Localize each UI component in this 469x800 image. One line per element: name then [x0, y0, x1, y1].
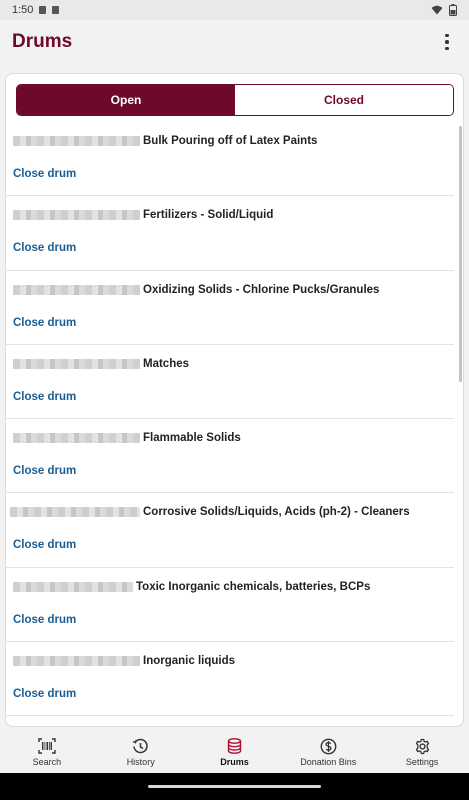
close-drum-link[interactable]: Close drum — [13, 168, 76, 180]
nav-drums[interactable]: Drums — [188, 733, 282, 773]
close-drum-link[interactable]: Close drum — [13, 391, 76, 403]
status-right — [431, 4, 457, 16]
drum-name: Flammable Solids — [143, 432, 241, 445]
close-drum-link[interactable]: Close drum — [13, 242, 76, 254]
sd-card-icon — [52, 6, 60, 14]
drum-name: Matches — [143, 357, 190, 370]
app-bar: Drums — [0, 20, 469, 64]
drums-card: Open Closed Bulk Pouring off of Latex Pa… — [5, 73, 464, 727]
redacted-id — [10, 507, 140, 518]
nav-label: Search — [32, 757, 62, 767]
list-item[interactable]: Inorganic liquids Close drum — [6, 642, 454, 717]
notification-icon — [39, 6, 47, 14]
open-closed-toggle: Open Closed — [16, 84, 454, 116]
nav-label: Drums — [220, 757, 249, 767]
status-left: 1:50 — [12, 4, 60, 16]
redacted-id — [13, 581, 133, 592]
redacted-id — [13, 358, 140, 369]
drum-name: Fertilizers - Solid/Liquid — [143, 209, 274, 222]
list-item[interactable]: Flammable Solids Close drum — [6, 419, 454, 494]
barcode-icon — [38, 737, 56, 755]
redacted-id — [13, 656, 140, 667]
tab-open[interactable]: Open — [17, 85, 235, 115]
database-icon — [225, 737, 243, 755]
tab-closed[interactable]: Closed — [235, 85, 453, 115]
drum-name: Oxidizing Solids - Chlorine Pucks/Granul… — [143, 283, 380, 296]
list-scrollbar[interactable] — [459, 126, 462, 382]
nav-search[interactable]: Search — [0, 733, 94, 773]
history-icon — [132, 737, 150, 755]
list-item[interactable]: Fertilizers - Solid/Liquid Close drum — [6, 196, 454, 271]
list-item[interactable]: Bulk Pouring off of Latex Paints Close d… — [6, 122, 454, 197]
wifi-icon — [431, 5, 443, 15]
close-drum-link[interactable]: Close drum — [13, 465, 76, 477]
system-gesture-bar — [0, 773, 469, 800]
bottom-nav: Search History Drums Donation Bins Setti… — [0, 733, 469, 773]
nav-label: Donation Bins — [300, 757, 357, 767]
battery-icon — [449, 4, 457, 16]
status-bar: 1:50 — [0, 0, 469, 20]
drum-name: Inorganic liquids — [143, 655, 236, 668]
nav-label: Settings — [405, 757, 439, 767]
nav-donation-bins[interactable]: Donation Bins — [281, 733, 375, 773]
close-drum-link[interactable]: Close drum — [13, 539, 76, 551]
drum-name: Bulk Pouring off of Latex Paints — [143, 135, 318, 147]
redacted-id — [13, 433, 140, 444]
page-title: Drums — [12, 31, 73, 52]
redacted-id — [13, 284, 140, 295]
overflow-menu-icon[interactable] — [437, 30, 457, 54]
redacted-id — [13, 136, 140, 146]
dollar-circle-icon — [319, 737, 337, 755]
home-gesture-handle[interactable] — [148, 785, 321, 788]
list-item[interactable]: Corrosive Solids/Liquids, Acids (ph-2) -… — [6, 493, 454, 568]
drum-name: Toxic Inorganic chemicals, batteries, BC… — [136, 580, 371, 593]
list-item[interactable]: Matches Close drum — [6, 345, 454, 420]
status-time: 1:50 — [12, 4, 34, 16]
drum-name: Corrosive Solids/Liquids, Acids (ph-2) -… — [143, 506, 410, 519]
drum-list[interactable]: Bulk Pouring off of Latex Paints Close d… — [6, 122, 458, 726]
nav-history[interactable]: History — [94, 733, 188, 773]
nav-label: History — [126, 757, 155, 767]
nav-settings[interactable]: Settings — [375, 733, 469, 773]
close-drum-link[interactable]: Close drum — [13, 317, 76, 329]
gear-icon — [413, 737, 431, 755]
list-item[interactable]: Oxidizing Solids - Chlorine Pucks/Granul… — [6, 271, 454, 345]
close-drum-link[interactable]: Close drum — [13, 688, 76, 700]
redacted-id — [13, 210, 140, 221]
list-item[interactable]: Toxic Inorganic chemicals, batteries, BC… — [6, 568, 454, 643]
close-drum-link[interactable]: Close drum — [13, 614, 76, 626]
